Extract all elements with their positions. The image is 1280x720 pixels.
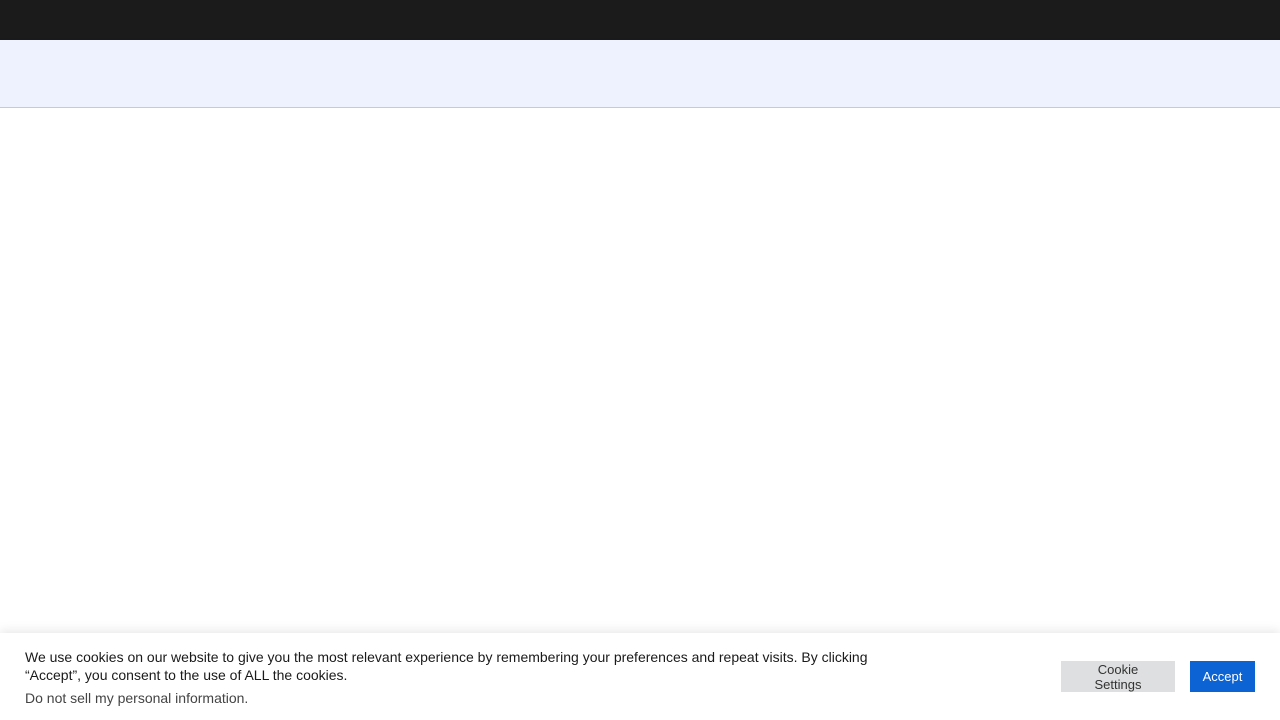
- cookie-message: We use cookies on our website to give yo…: [25, 649, 868, 683]
- top-bar: [0, 0, 1280, 40]
- do-not-sell-link[interactable]: Do not sell my personal information.: [25, 689, 248, 707]
- site-header: [0, 40, 1280, 108]
- accept-cookies-button[interactable]: Accept: [1190, 661, 1255, 692]
- main-content: [0, 108, 1280, 633]
- cookie-settings-button[interactable]: Cookie Settings: [1061, 661, 1175, 692]
- cookie-consent-banner: We use cookies on our website to give yo…: [0, 633, 1280, 720]
